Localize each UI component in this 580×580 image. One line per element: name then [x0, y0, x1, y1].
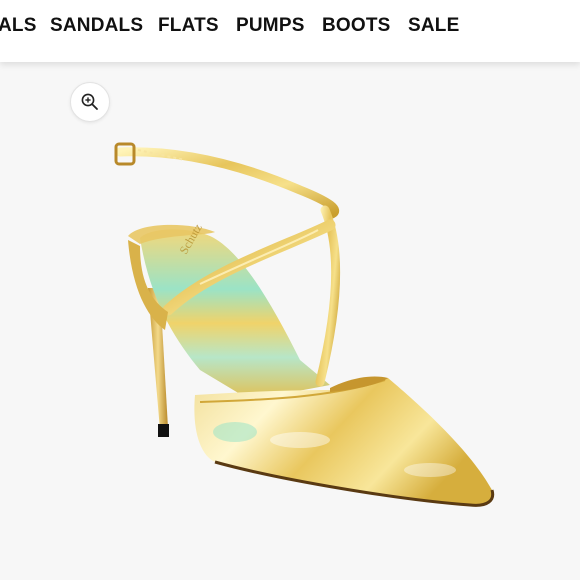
category-nav: ALS SANDALS FLATS PUMPS BOOTS SALE [0, 0, 580, 62]
nav-item-flats[interactable]: FLATS [158, 15, 219, 37]
nav-item-boots[interactable]: BOOTS [322, 15, 391, 37]
nav-item-sandals[interactable]: SANDALS [50, 15, 143, 37]
zoom-in-icon [81, 93, 98, 110]
cross-strap-vertical [315, 205, 341, 387]
zoom-button[interactable] [70, 82, 110, 122]
heel-tip [158, 424, 169, 437]
nav-item-als[interactable]: ALS [0, 15, 37, 37]
ankle-strap [115, 147, 340, 219]
nav-item-pumps[interactable]: PUMPS [236, 15, 305, 37]
nav-item-sale[interactable]: SALE [408, 15, 459, 37]
